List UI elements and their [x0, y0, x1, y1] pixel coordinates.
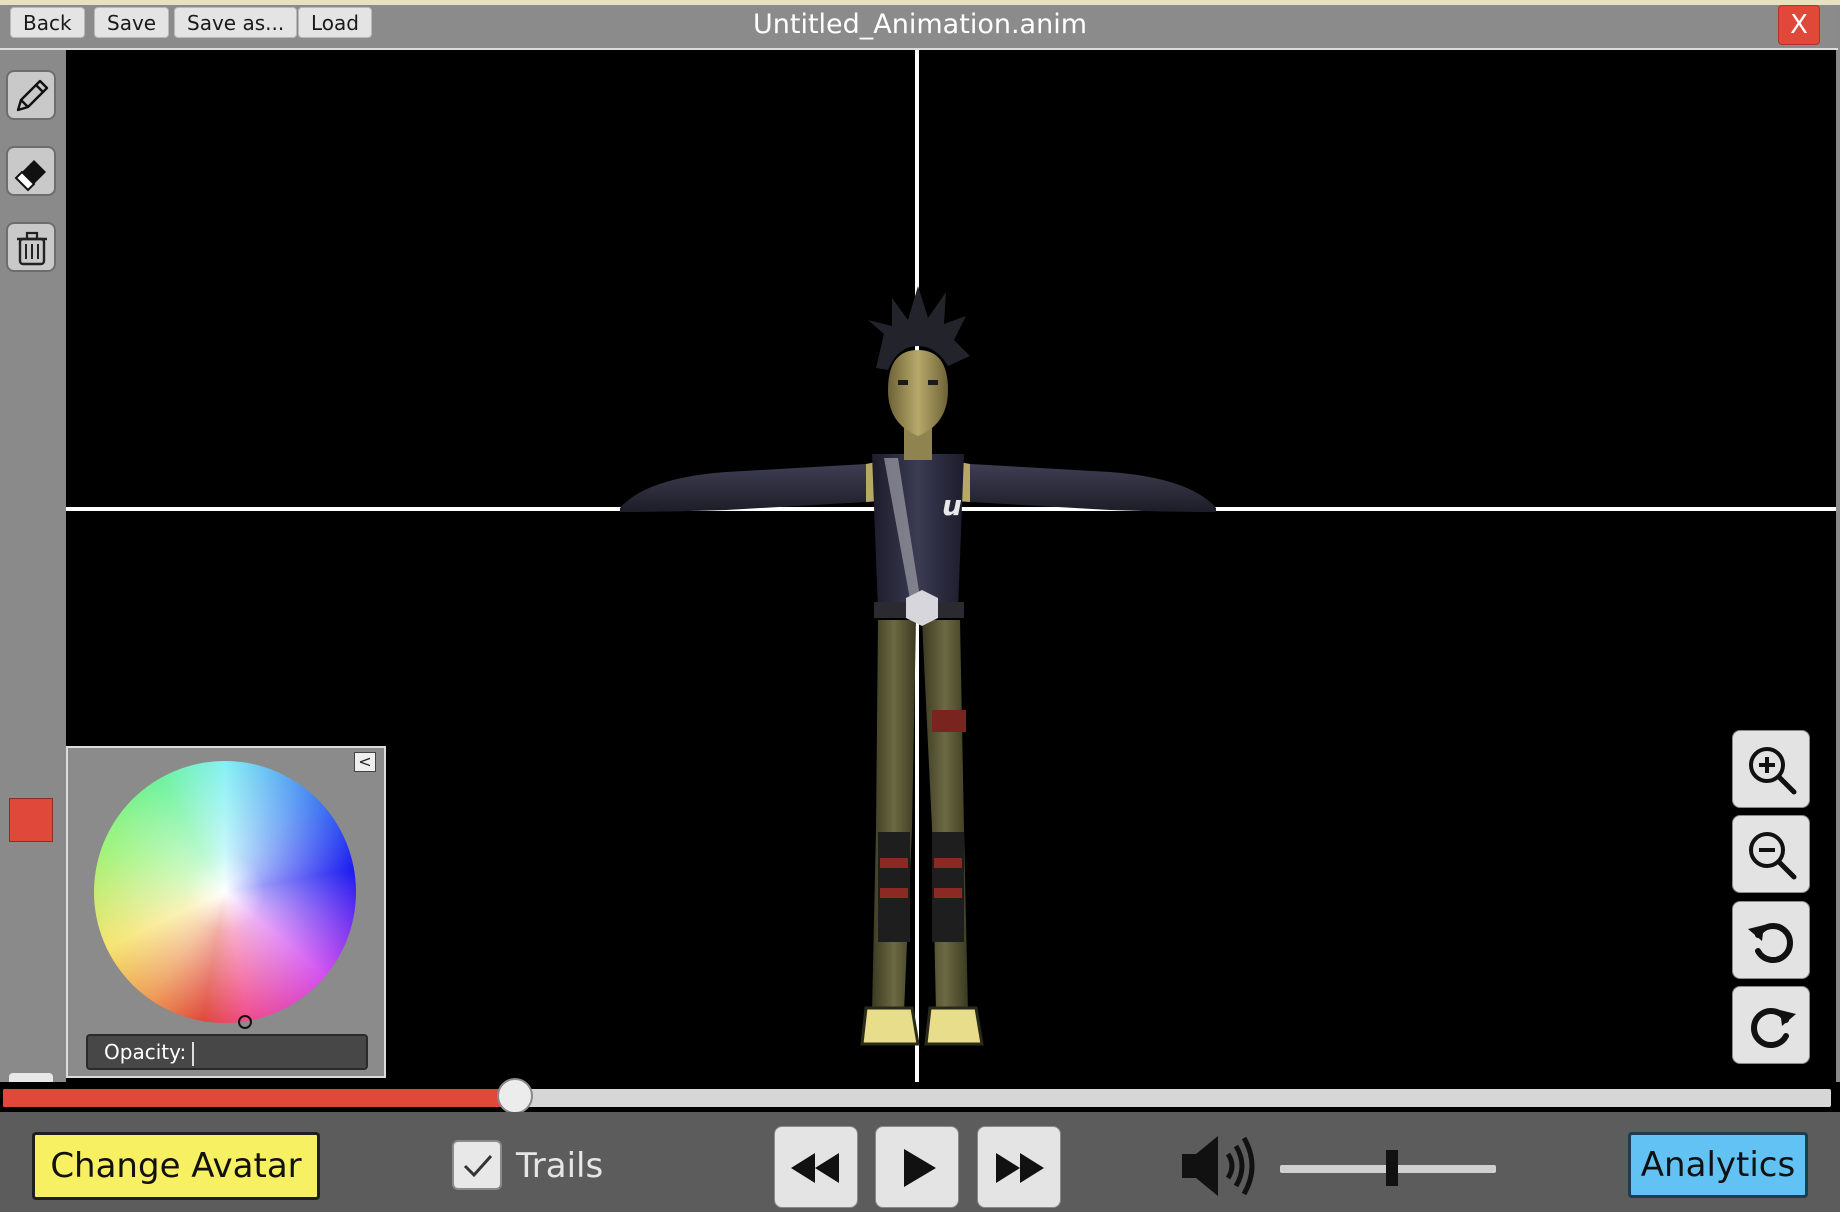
play-button[interactable] — [875, 1126, 959, 1208]
zoom-out-icon — [1749, 832, 1797, 880]
current-color-swatch[interactable] — [9, 798, 53, 842]
pencil-tool-button[interactable] — [6, 70, 56, 120]
zoom-in-icon — [1749, 747, 1797, 795]
right-arm — [970, 464, 1216, 512]
left-leg — [872, 620, 916, 1012]
trails-checkbox[interactable] — [452, 1140, 502, 1190]
load-button[interactable]: Load — [298, 7, 372, 38]
eraser-tool-button[interactable] — [6, 146, 56, 196]
drawing-toolbar: ^ — [0, 50, 64, 1117]
opacity-label: Opacity: — [104, 1040, 187, 1064]
zoom-in-button[interactable] — [1732, 730, 1810, 808]
timeline-scrubber[interactable] — [496, 1078, 533, 1114]
opacity-field[interactable]: Opacity: — [86, 1034, 368, 1070]
change-avatar-button[interactable]: Change Avatar — [32, 1132, 320, 1200]
fast-forward-button[interactable] — [977, 1126, 1061, 1208]
rewind-icon — [791, 1153, 839, 1183]
play-icon — [904, 1149, 936, 1187]
left-shoe — [860, 1006, 920, 1046]
trails-label: Trails — [516, 1146, 604, 1186]
trash-icon — [17, 231, 47, 266]
rotate-right-button[interactable] — [1732, 986, 1810, 1064]
checkmark-icon — [463, 1154, 493, 1178]
rewind-button[interactable] — [774, 1126, 858, 1208]
eraser-icon — [14, 160, 46, 192]
avatar-head — [888, 350, 948, 436]
save-button[interactable]: Save — [94, 7, 170, 38]
pencil-icon — [16, 79, 49, 112]
text-caret — [192, 1041, 195, 1066]
save-as-button[interactable]: Save as... — [174, 7, 298, 38]
speaker-icon — [1182, 1136, 1255, 1196]
right-shoe — [924, 1006, 984, 1046]
color-wheel[interactable] — [94, 761, 356, 1029]
title-bar: Back Save Save as... Load Untitled_Anima… — [0, 5, 1838, 50]
analytics-button[interactable]: Analytics — [1628, 1132, 1808, 1198]
left-arm — [620, 464, 866, 512]
fast-forward-icon — [996, 1153, 1044, 1183]
back-button[interactable]: Back — [10, 7, 85, 38]
color-picker-panel: < Opacity: — [66, 746, 386, 1078]
close-button[interactable]: X — [1778, 5, 1820, 45]
volume-slider-thumb[interactable] — [1386, 1150, 1399, 1186]
volume-button[interactable] — [1178, 1130, 1262, 1206]
timeline-track[interactable] — [3, 1089, 1831, 1107]
zoom-out-button[interactable] — [1732, 815, 1810, 893]
rotate-left-button[interactable] — [1732, 901, 1810, 979]
timeline-progress — [3, 1089, 515, 1107]
bottom-bar: Change Avatar Trails Analytics — [0, 1112, 1840, 1212]
right-leg — [922, 620, 968, 1012]
rotate-left-icon — [1748, 923, 1793, 963]
collapse-picker-button[interactable]: < — [354, 752, 376, 772]
rotate-right-icon — [1751, 1008, 1796, 1048]
color-wheel-marker[interactable] — [238, 1015, 252, 1029]
shirt-emblem: u — [942, 489, 962, 522]
trash-tool-button[interactable] — [6, 222, 56, 272]
